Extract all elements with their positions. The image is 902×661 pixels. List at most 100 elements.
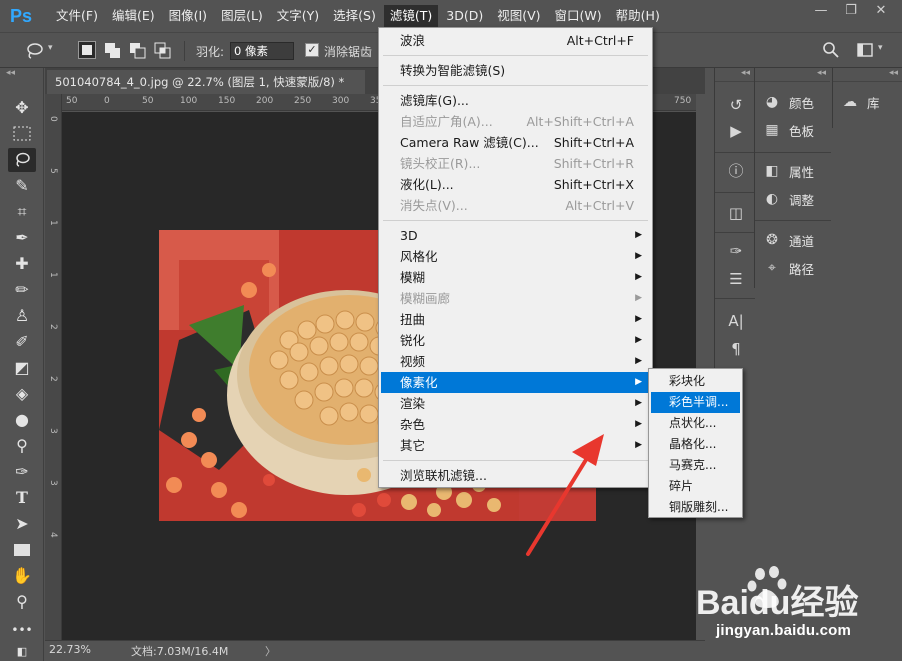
filter-menu-item[interactable]: 锐化 ▶ — [381, 330, 650, 351]
zoom-tool-icon[interactable]: ⚲ — [8, 590, 36, 614]
pen-tool-icon[interactable]: ✑ — [8, 460, 36, 484]
crop-tool-icon[interactable]: ⌗ — [8, 200, 36, 224]
menu-item[interactable]: 文件(F) — [50, 5, 104, 27]
path-selection-tool-icon[interactable]: ➤ — [8, 512, 36, 536]
pixelate-submenu-item[interactable]: 马赛克... — [651, 455, 740, 476]
filter-menu-item[interactable]: 像素化 ▶ — [381, 372, 650, 393]
character-panel-icon[interactable]: A| — [725, 310, 747, 332]
menu-items: 文件(F) 编辑(E) 图像(I) 图层(L) 文字(Y) 选择(S) 滤镜(T) 3D(D)… — [50, 5, 668, 27]
search-icon[interactable] — [822, 41, 840, 59]
filter-menu-item[interactable]: Camera Raw 滤镜(C)... Shift+Ctrl+A — [381, 132, 650, 153]
dodge-tool-icon[interactable]: ⚲ — [8, 434, 36, 458]
filter-menu-item[interactable]: 滤镜库(G)... — [381, 90, 650, 111]
move-tool-icon[interactable]: ✥ — [8, 96, 36, 120]
paragraph-panel-icon[interactable]: ¶ — [725, 338, 747, 360]
filter-menu-item[interactable]: 模糊 ▶ — [381, 267, 650, 288]
actions-panel-icon[interactable]: ▶ — [725, 120, 747, 142]
menu-item[interactable]: 图像(I) — [163, 5, 213, 27]
eyedropper-tool-icon[interactable]: ✒ — [8, 226, 36, 250]
brush-tool-icon[interactable]: ✏ — [8, 278, 36, 302]
rectangle-tool-icon[interactable] — [8, 538, 36, 562]
antialias-checkbox[interactable]: ✓ — [305, 43, 319, 57]
filter-menu-shortcut: Shift+Ctrl+R — [553, 156, 634, 171]
foreground-background-colors-icon[interactable]: ◧ — [8, 640, 36, 661]
filter-menu-item-label: 像素化 — [400, 375, 438, 390]
filter-menu-item-label: 其它 — [400, 438, 426, 453]
libraries-panel-tab[interactable]: ☁ 库 — [841, 91, 880, 113]
new-selection-button[interactable] — [78, 41, 96, 59]
blur-tool-icon[interactable]: ● — [8, 408, 36, 432]
pixelate-submenu-item[interactable]: 铜版雕刻... — [651, 497, 740, 518]
healing-brush-tool-icon[interactable]: ✚ — [8, 252, 36, 276]
filter-menu-item[interactable]: 风格化 ▶ — [381, 246, 650, 267]
pixelate-submenu-item[interactable]: 彩色半调... — [651, 392, 740, 413]
pixelate-submenu-item[interactable]: 彩块化 — [651, 371, 740, 392]
close-window-button[interactable]: ✕ — [868, 2, 894, 20]
ruler-top-label: 150 — [218, 96, 236, 106]
menu-item[interactable]: 窗口(W) — [549, 5, 608, 27]
feather-input[interactable]: 0 像素 — [230, 42, 294, 60]
pixelate-submenu-item[interactable]: 点状化... — [651, 413, 740, 434]
hand-tool-icon[interactable]: ✋ — [8, 564, 36, 588]
brush-settings-panel-icon[interactable]: ☰ — [725, 268, 747, 290]
brushes-panel-icon[interactable]: ✑ — [725, 240, 747, 262]
tools-panel-collapse[interactable]: ◂◂ — [0, 68, 43, 82]
filter-menu-item[interactable]: 扭曲 ▶ — [381, 309, 650, 330]
clone-stamp-tool-icon[interactable]: ♙ — [8, 304, 36, 328]
menu-item[interactable]: 3D(D) — [440, 5, 489, 27]
layer-comps-panel-icon[interactable]: ◫ — [725, 202, 747, 224]
menu-item[interactable]: 帮助(H) — [610, 5, 666, 27]
workspace-chevron-icon[interactable]: ▾ — [878, 43, 883, 63]
menu-item[interactable]: 编辑(E) — [106, 5, 161, 27]
quick-selection-tool-icon[interactable]: ✎ — [8, 174, 36, 198]
filter-menu-item[interactable]: 液化(L)... Shift+Ctrl+X — [381, 174, 650, 195]
ruler-left: 0 5 1 1 2 2 3 3 4 — [45, 94, 62, 640]
channels-panel-tab[interactable]: ❂ 通道 — [763, 229, 814, 251]
menu-item[interactable]: 选择(S) — [327, 5, 382, 27]
menu-item[interactable]: 文字(Y) — [271, 5, 325, 27]
filter-menu-item[interactable]: 波浪 Alt+Ctrl+F — [381, 30, 650, 51]
status-menu-chevron-icon[interactable]: 〉 — [265, 643, 276, 659]
libraries-column-collapse[interactable]: ◂◂ — [833, 68, 902, 82]
filter-menu-item[interactable]: 转换为智能滤镜(S) — [381, 60, 650, 81]
preset-dropdown-chevron-icon[interactable]: ▾ — [48, 43, 53, 63]
swatches-panel-tab[interactable]: ▦ 色板 — [763, 119, 814, 141]
pixelate-submenu-item[interactable]: 晶格化... — [651, 434, 740, 455]
marquee-tool-icon[interactable] — [8, 122, 36, 146]
history-panel-icon[interactable]: ↺ — [725, 94, 747, 116]
channels-icon: ❂ — [766, 232, 778, 248]
lasso-tool-icon[interactable] — [8, 148, 36, 172]
filter-menu-item-label: 渲染 — [400, 396, 426, 411]
lasso-icon[interactable] — [24, 41, 44, 61]
menu-item[interactable]: 图层(L) — [215, 5, 269, 27]
adjustments-panel-tab[interactable]: ◐ 调整 — [763, 188, 814, 210]
filter-menu-item[interactable]: 渲染 ▶ — [381, 393, 650, 414]
intersect-selection-button[interactable] — [153, 41, 173, 61]
document-tab[interactable]: 501040784_4_0.jpg @ 22.7% (图层 1, 快速蒙版/8)… — [47, 70, 365, 94]
restore-button[interactable]: ❐ — [838, 2, 864, 20]
history-brush-tool-icon[interactable]: ✐ — [8, 330, 36, 354]
filter-menu-item[interactable]: 视频 ▶ — [381, 351, 650, 372]
filter-menu-item[interactable]: 3D ▶ — [381, 225, 650, 246]
menu-item[interactable]: 视图(V) — [491, 5, 546, 27]
panel-strip-collapse[interactable]: ◂◂ — [715, 68, 754, 82]
subtract-from-selection-button[interactable] — [128, 41, 148, 61]
add-to-selection-button[interactable] — [103, 41, 123, 61]
paths-panel-tab[interactable]: ⌖ 路径 — [763, 257, 814, 279]
paths-icon: ⌖ — [768, 260, 776, 276]
panel-column-collapse[interactable]: ◂◂ — [755, 68, 830, 82]
more-tools-icon[interactable]: ••• — [8, 618, 36, 642]
workspace-icon[interactable] — [856, 41, 874, 59]
eraser-tool-icon[interactable]: ◩ — [8, 356, 36, 380]
paint-bucket-tool-icon[interactable]: ◈ — [8, 382, 36, 406]
color-panel-tab[interactable]: ◕ 颜色 — [763, 91, 814, 113]
type-tool-icon[interactable]: T — [8, 486, 36, 510]
properties-panel-tab[interactable]: ◧ 属性 — [763, 160, 814, 182]
ruler-left-label: 1 — [48, 220, 58, 226]
filter-menu-item-label: 镜头校正(R)... — [400, 156, 481, 171]
zoom-level[interactable]: 22.73% — [49, 643, 91, 656]
pixelate-submenu-item[interactable]: 碎片 — [651, 476, 740, 497]
menu-item[interactable]: 滤镜(T) — [383, 5, 439, 27]
info-panel-icon[interactable]: ⓘ — [725, 160, 747, 182]
minimize-button[interactable]: — — [808, 2, 834, 20]
